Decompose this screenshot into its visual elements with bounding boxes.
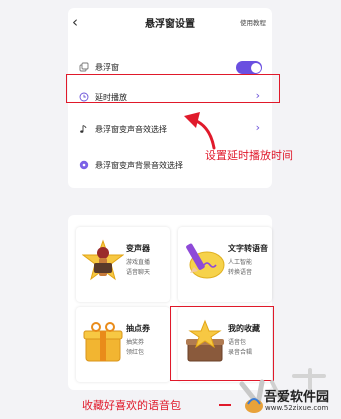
- delay-play-highlight: [66, 74, 280, 103]
- disc-icon: [79, 160, 89, 170]
- watermark-title: 吾爱软件园: [264, 390, 330, 405]
- tile-title: 变声器: [126, 244, 150, 253]
- tile-subtitle: 人工智能: [228, 259, 253, 266]
- music-note-icon: [80, 125, 87, 133]
- watermark-url: www.52zixue.com: [265, 404, 329, 412]
- tile-title: 文字转语音: [228, 244, 268, 253]
- tile-coupons[interactable]: 抽点券 抽奖券 领红包: [76, 307, 170, 382]
- chevron-left-icon[interactable]: ‹: [72, 12, 88, 32]
- delay-annotation-text: 设置延时播放时间: [205, 149, 293, 162]
- nav-bar: ‹ 悬浮窗设置 使用教程: [68, 8, 272, 36]
- favorites-annotation-text: 收藏好喜欢的语音包: [82, 399, 181, 412]
- pencil-speech-icon: [186, 243, 225, 279]
- annotation-dash: [219, 404, 231, 406]
- annotation-arrow-icon: [184, 112, 216, 150]
- row-label: 悬浮窗变声背景音效选择: [95, 161, 183, 170]
- tile-text-to-speech[interactable]: 文字转语音 人工智能 转换语音: [178, 227, 272, 302]
- tile-subtitle: 转换语音: [228, 269, 253, 276]
- settings-row-voice-effect[interactable]: 悬浮窗变声音效选择 ›: [68, 114, 272, 144]
- row-label: 悬浮窗: [95, 63, 119, 72]
- help-link[interactable]: 使用教程: [240, 17, 266, 27]
- gift-box-icon: [83, 322, 123, 362]
- chevron-right-icon: ›: [255, 121, 260, 134]
- floating-window-toggle[interactable]: [236, 61, 262, 74]
- tile-subtitle: 领红包: [126, 349, 145, 356]
- tile-subtitle: 语音聊天: [126, 269, 151, 276]
- window-copy-icon: [79, 62, 89, 72]
- toggle-knob: [250, 62, 261, 73]
- tile-subtitle: 抽奖券: [126, 339, 145, 346]
- row-label: 悬浮窗变声音效选择: [95, 125, 167, 134]
- page-title: 悬浮窗设置: [145, 19, 195, 30]
- tile-subtitle: 游戏直播: [126, 259, 151, 266]
- microphone-star-icon: [82, 239, 124, 281]
- tile-title: 抽点券: [126, 324, 150, 333]
- tile-voice-changer[interactable]: 变声器 游戏直播 语音聊天: [76, 227, 170, 302]
